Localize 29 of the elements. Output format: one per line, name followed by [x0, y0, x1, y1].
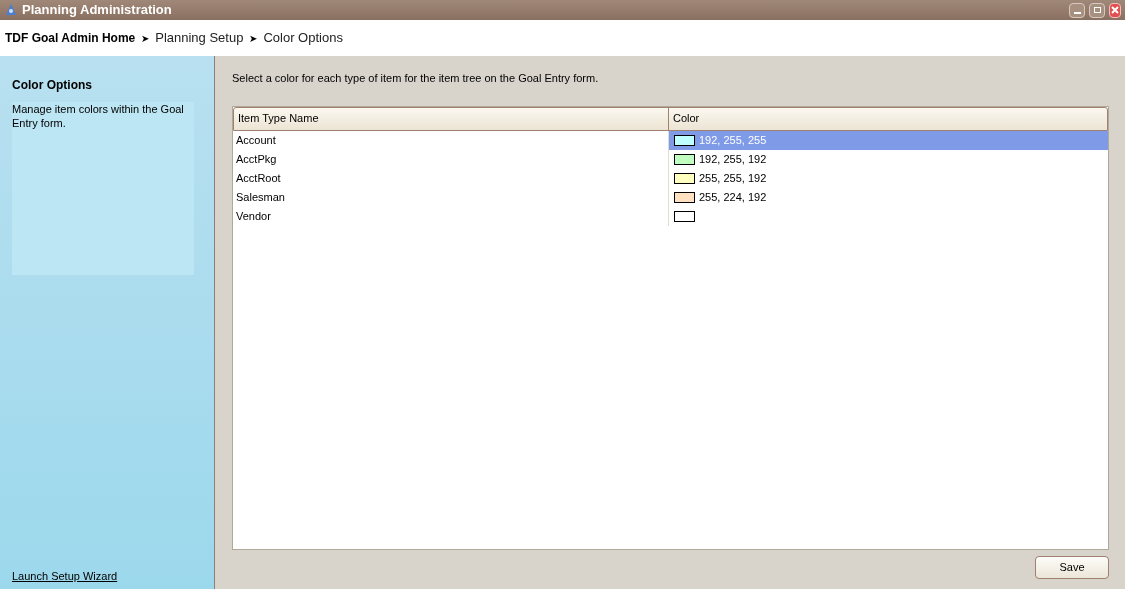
instructions-text: Select a color for each type of item for the item tree on the Goal Entry form.: [232, 71, 600, 86]
table-cell-text: Salesman: [235, 189, 286, 205]
column-header[interactable]: Color: [669, 107, 1107, 130]
table-cell-text: Account: [235, 132, 277, 148]
table-cell-text: AcctRoot: [235, 170, 282, 186]
save-button[interactable]: Save: [1035, 556, 1109, 579]
restore-button[interactable]: [1089, 2, 1105, 18]
breadcrumb-separator: ➤: [141, 31, 150, 46]
breadcrumb-separator: ➤: [249, 31, 258, 46]
breadcrumb-item[interactable]: TDF Goal Admin Home: [5, 29, 136, 47]
minimize-button[interactable]: [1069, 2, 1085, 18]
color-cell[interactable]: 255, 255, 192: [668, 168, 1108, 188]
color-value: 192, 255, 255: [699, 132, 767, 148]
color-cell[interactable]: 255, 224, 192: [668, 187, 1108, 207]
setup-wizard-link[interactable]: Launch Setup Wizard: [12, 567, 202, 584]
table-cell-text: AcctPkg: [235, 151, 278, 167]
column-header[interactable]: Item Type Name: [234, 107, 669, 130]
sidebar-title: Color Options: [12, 77, 93, 94]
close-button[interactable]: [1109, 2, 1121, 18]
color-value: 255, 224, 192: [699, 189, 767, 205]
window-title: Planning Administration: [22, 1, 173, 20]
color-cell[interactable]: 192, 255, 192: [668, 149, 1108, 169]
breadcrumb-item[interactable]: Planning Setup: [155, 28, 244, 48]
app-icon: [4, 3, 18, 17]
table-cell-text: Vendor: [235, 208, 272, 224]
color-value: 255, 255, 192: [699, 170, 767, 186]
description-text: Manage item colors within the Goal Entry form.: [12, 102, 185, 130]
breadcrumb-item[interactable]: Color Options: [263, 28, 343, 48]
color-value: 192, 255, 192: [699, 151, 767, 167]
